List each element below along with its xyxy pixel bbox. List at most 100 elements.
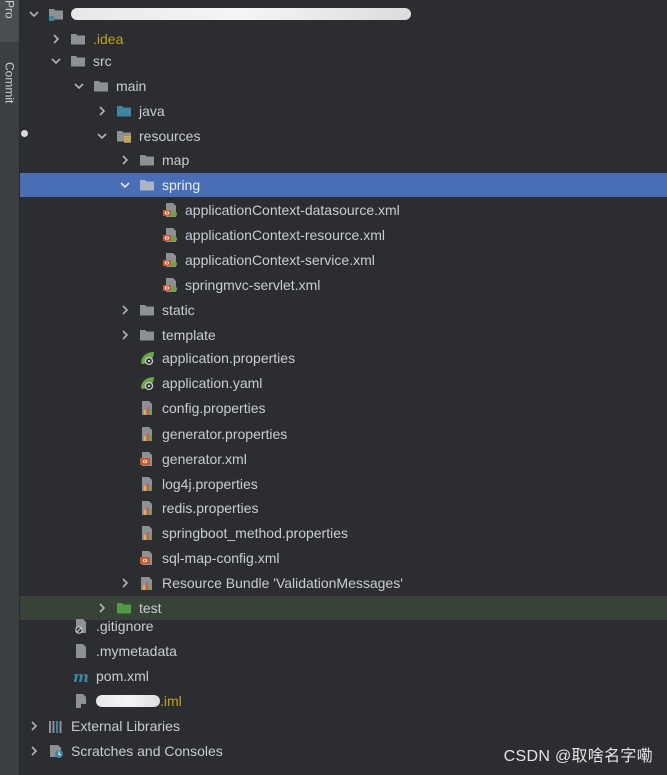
tree-label-resource-file: application.properties [162,350,296,366]
chevron-right-icon[interactable] [119,304,131,316]
scratches-icon [48,743,64,759]
chevron-down-icon[interactable] [119,179,131,191]
tool-window-sidebar: Pro Commit [0,0,20,775]
spring-xml-file-icon [162,252,178,268]
tree-row-external-libraries[interactable]: External Libraries [20,714,667,738]
tree-row-spring-file[interactable]: applicationContext-resource.xml [20,223,667,247]
project-tree[interactable]: .idea src main java resources map spring… [20,0,667,775]
tree-row-resource-file[interactable]: application.yaml [20,371,667,395]
tree-row-resource-file[interactable]: springboot_method.properties [20,521,667,545]
tree-row-spring-file[interactable]: springmvc-servlet.xml [20,273,667,297]
tree-label-resource-file: springboot_method.properties [162,525,349,541]
tree-row-resource-file[interactable]: application.properties [20,346,667,370]
properties-file-icon [139,500,155,516]
chevron-down-icon[interactable] [96,130,108,142]
tree-label-spring: spring [162,177,201,193]
tree-row-spring[interactable]: spring [20,173,667,197]
tree-label-resource-file: redis.properties [162,500,259,516]
tree-label-spring-file: applicationContext-service.xml [185,252,375,268]
tree-label-resource-file: application.yaml [162,375,263,391]
folder-icon [70,53,86,69]
tree-label-resource-file: sql-map-config.xml [162,550,280,566]
chevron-down-icon[interactable] [28,8,40,20]
tree-row-spring-file[interactable]: applicationContext-datasource.xml [20,198,667,222]
tree-row-map[interactable]: map [20,148,667,172]
tree-row-template[interactable]: template [20,323,667,347]
properties-file-icon [139,476,155,492]
chevron-right-icon[interactable] [119,154,131,166]
tree-label-src: src [93,53,112,69]
tree-row-resource-file[interactable]: config.properties [20,396,667,420]
tree-row-root[interactable] [20,2,667,26]
tree-label-external-libraries: External Libraries [71,718,180,734]
tree-row-mymetadata[interactable]: .mymetadata [20,639,667,663]
properties-file-icon [139,525,155,541]
folder-icon [70,31,86,47]
tree-label-static: static [162,302,195,318]
spring-boot-config-icon [139,350,155,366]
maven-icon: m [73,668,89,684]
tree-label-java: java [139,103,165,119]
tree-row-resource-file[interactable]: sql-map-config.xml [20,546,667,570]
tree-label-spring-file: applicationContext-datasource.xml [185,202,400,218]
tree-label-mymetadata: .mymetadata [96,643,177,659]
chevron-down-icon[interactable] [50,55,62,67]
tree-row-resource-file[interactable]: generator.xml [20,447,667,471]
chevron-right-icon[interactable] [119,577,131,589]
tree-row-static[interactable]: static [20,298,667,322]
folder-icon [139,302,155,318]
tree-label-idea: .idea [93,31,124,47]
module-file-icon [73,693,89,709]
tree-label-pom: pom.xml [96,668,149,684]
libraries-icon [48,718,64,734]
project-tool-tab[interactable]: Pro [0,0,19,42]
tree-label-gitignore: .gitignore [96,618,154,634]
resources-folder-icon [116,128,132,144]
module-folder-icon [48,6,64,22]
tree-label-resource-bundle: Resource Bundle 'ValidationMessages' [162,575,403,591]
chevron-right-icon[interactable] [50,33,62,45]
commit-tool-tab[interactable]: Commit [0,62,19,136]
chevron-right-icon[interactable] [28,720,40,732]
tree-row-resource-bundle[interactable]: Resource Bundle 'ValidationMessages' [20,571,667,595]
folder-icon [139,177,155,193]
svg-text:m: m [73,668,89,684]
tree-row-pom[interactable]: m pom.xml [20,664,667,688]
chevron-right-icon[interactable] [96,602,108,614]
chevron-right-icon[interactable] [28,745,40,757]
tree-label-resource-file: generator.xml [162,451,247,467]
spring-xml-file-icon [162,202,178,218]
xml-file-icon [139,550,155,566]
tree-label-resource-file: log4j.properties [162,476,258,492]
source-folder-icon [116,103,132,119]
tree-row-resource-file[interactable]: redis.properties [20,496,667,520]
tree-row-resource-file[interactable]: generator.properties [20,422,667,446]
xml-file-icon [139,451,155,467]
tree-label-scratches: Scratches and Consoles [71,743,223,759]
spring-xml-file-icon [162,227,178,243]
resource-bundle-icon [139,575,155,591]
chevron-down-icon[interactable] [73,80,85,92]
tree-row-main[interactable]: main [20,74,667,98]
chevron-right-icon[interactable] [119,329,131,341]
tree-label-resource-file: config.properties [162,400,266,416]
tree-row-java[interactable]: java [20,99,667,123]
tree-label-resources: resources [139,128,201,144]
chevron-right-icon[interactable] [96,105,108,117]
tree-row-src[interactable]: src [20,49,667,73]
tree-label-map: map [162,152,190,168]
tree-label-resource-file: generator.properties [162,426,288,442]
tree-row-iml[interactable]: .iml [20,689,667,713]
tree-row-spring-file[interactable]: applicationContext-service.xml [20,248,667,272]
tree-label-spring-file: springmvc-servlet.xml [185,277,321,293]
tree-row-gitignore[interactable]: .gitignore [20,614,667,638]
tree-label-iml: .iml [160,693,182,709]
properties-file-icon [139,426,155,442]
tree-label-main: main [116,78,147,94]
commit-tab-label: Commit [2,62,17,104]
ignore-file-icon [73,618,89,634]
tree-label-spring-file: applicationContext-resource.xml [185,227,385,243]
tree-row-resources[interactable]: resources [20,124,667,148]
tree-row-resource-file[interactable]: log4j.properties [20,472,667,496]
tree-row-idea[interactable]: .idea [20,27,667,51]
